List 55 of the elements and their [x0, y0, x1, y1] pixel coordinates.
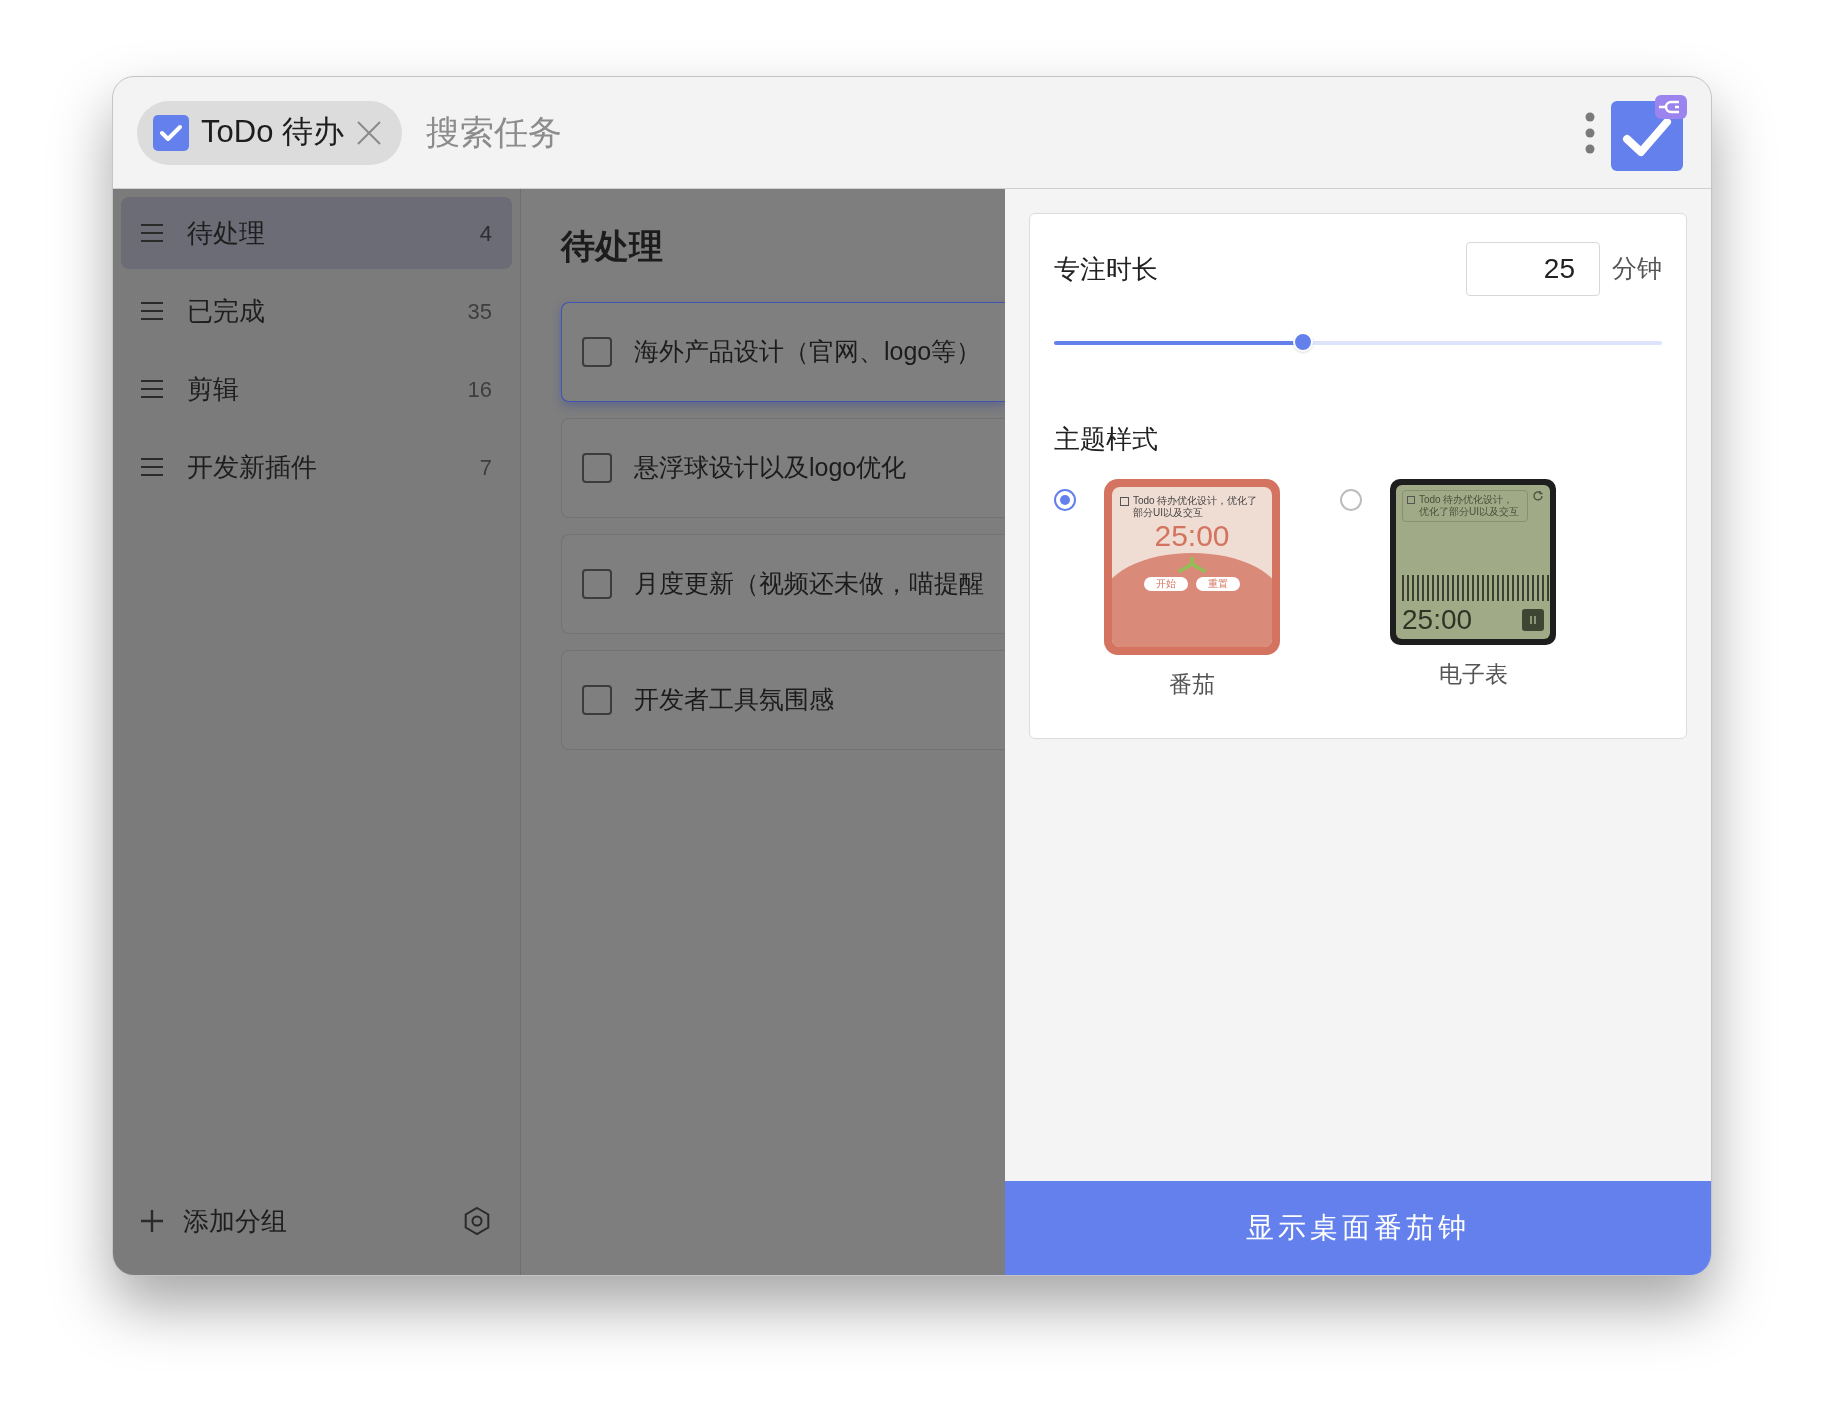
preview-task-text: Todo 待办优化设计，优化了部分UI以及交互 [1133, 495, 1259, 519]
checkbox[interactable] [582, 337, 612, 367]
refresh-icon [1532, 490, 1544, 502]
preview-button: 开始 [1144, 577, 1188, 591]
pause-icon [1522, 609, 1544, 631]
sidebar-item[interactable]: 待处理 4 [121, 197, 512, 269]
preview-task-text: Todo 待办优化设计，优化了部分UI以及交互 [1419, 494, 1520, 518]
tomato-timer-preview[interactable]: Todo 待办优化设计，优化了部分UI以及交互 25:00 开始 重置 [1104, 479, 1280, 655]
checkbox[interactable] [582, 453, 612, 483]
list-icon [141, 223, 163, 243]
checkbox[interactable] [582, 569, 612, 599]
app-logo-icon[interactable] [1611, 94, 1687, 171]
add-group-button[interactable]: 添加分组 [141, 1201, 287, 1241]
settings-icon[interactable] [462, 1206, 492, 1236]
preview-time: 25:00 [1402, 605, 1473, 635]
tab-label: ToDo 待办 [201, 113, 344, 152]
task-card[interactable]: 开发者工具氛围感 [561, 650, 1005, 750]
close-icon[interactable] [356, 119, 382, 146]
task-text: 开发者工具氛围感 [634, 684, 834, 716]
task-text: 海外产品设计（官网、logo等） [634, 336, 982, 368]
task-card[interactable]: 月度更新（视频还未做，喵提醒 [561, 534, 1005, 634]
task-card[interactable]: 海外产品设计（官网、logo等） [561, 302, 1005, 402]
lcd-timer-preview[interactable]: Todo 待办优化设计，优化了部分UI以及交互 25:00 [1390, 479, 1556, 645]
task-card[interactable]: 悬浮球设计以及logo优化 [561, 418, 1005, 518]
app-tab[interactable]: ToDo 待办 [137, 100, 402, 165]
item-count: 35 [467, 297, 492, 326]
radio-button[interactable] [1340, 489, 1362, 511]
checkbox-icon [153, 114, 189, 151]
radio-button[interactable] [1054, 489, 1076, 511]
preview-button: 重置 [1196, 577, 1240, 591]
preview-time: 25:00 [1153, 519, 1231, 553]
more-icon[interactable] [1585, 111, 1595, 154]
theme-label: 主题样式 [1054, 423, 1159, 456]
list-title: 待处理 [561, 226, 664, 267]
show-timer-button[interactable]: 显示桌面番茄钟 [1005, 1181, 1711, 1275]
duration-label: 专注时长 [1054, 252, 1159, 286]
item-count: 16 [467, 375, 492, 404]
sidebar-item[interactable]: 开发新插件 7 [121, 431, 512, 503]
task-text: 月度更新（视频还未做，喵提醒 [634, 568, 984, 600]
item-count: 7 [479, 453, 492, 482]
list-icon [141, 301, 163, 321]
theme-name: 电子表 [1438, 660, 1508, 689]
plus-icon [141, 1210, 163, 1232]
checkbox[interactable] [582, 685, 612, 715]
item-count: 4 [479, 219, 492, 248]
theme-name: 番茄 [1169, 670, 1215, 699]
duration-field[interactable]: 25 [1466, 242, 1600, 296]
sidebar-item[interactable]: 剪辑 16 [121, 353, 512, 425]
sidebar-item[interactable]: 已完成 35 [121, 275, 512, 347]
list-icon [141, 379, 163, 399]
task-text: 悬浮球设计以及logo优化 [634, 452, 907, 484]
sprout-icon [1178, 557, 1206, 573]
search-field[interactable]: 搜索任务 [426, 107, 1585, 158]
list-icon [141, 457, 163, 477]
unit-label: 分钟 [1612, 253, 1662, 285]
